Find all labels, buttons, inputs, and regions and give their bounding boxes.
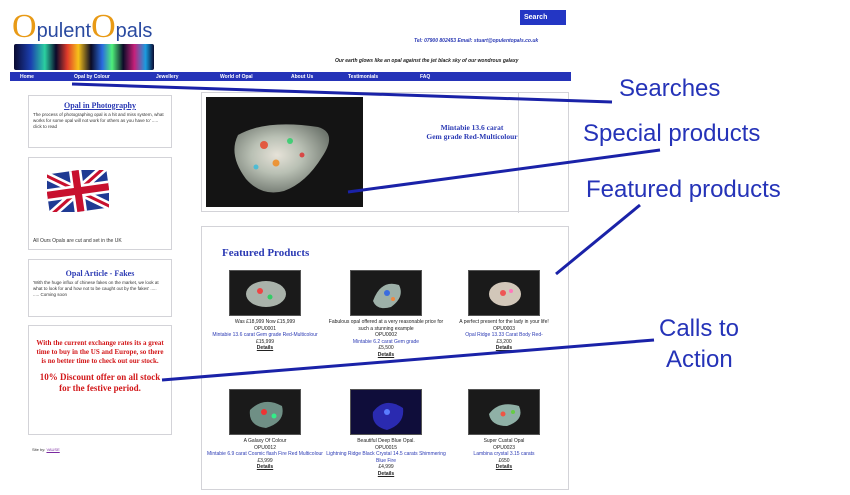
contact-info: Tel: 07900 802453 Email: stuart@opulento… <box>414 38 539 44</box>
site-credit: Site by: VAUSE <box>32 447 60 452</box>
logo-letter-o: O <box>12 8 37 45</box>
annotation-action: Action <box>666 346 733 373</box>
search-button[interactable]: Search <box>520 10 566 25</box>
annotation-searches: Searches <box>619 75 721 102</box>
product-image[interactable] <box>229 389 301 435</box>
product-details-link[interactable]: Details <box>444 464 564 471</box>
product-card: A Galaxy Of Colour OPU0012 Mintabie 6.9 … <box>205 389 325 471</box>
photo-article-title[interactable]: Opal in Photography <box>29 101 171 110</box>
product-card: Beautiful Deep Blue Opal. OPU0015 Lightn… <box>326 389 446 477</box>
product-desc: Fabulous opal offered at a very reasonab… <box>328 319 444 332</box>
fakes-article-box[interactable]: Opal Article - Fakes 'With the huge infl… <box>28 259 172 317</box>
special-product-image[interactable] <box>206 97 363 207</box>
main-nav: Home Opal by Colour Jewellery World of O… <box>10 72 571 81</box>
nav-item-about-us[interactable]: About Us <box>291 74 313 80</box>
product-details-link[interactable]: Details <box>326 471 446 478</box>
product-details-link[interactable]: Details <box>205 345 325 352</box>
fakes-article-text: 'With the huge influx of chinese fakes o… <box>29 278 171 300</box>
site-credit-label: Site by: <box>32 447 46 452</box>
special-product-title-line-1: Mintabie 13.6 carat <box>440 123 504 132</box>
product-name-link[interactable]: Mintabie 6.9 carat Cosmic flash Fire Red… <box>205 451 325 458</box>
product-name-link[interactable]: Lightning Ridge Black Crystal 14.5 carat… <box>326 451 446 464</box>
product-card: A perfect present for the lady in your l… <box>444 270 564 352</box>
product-details-link[interactable]: Details <box>444 345 564 352</box>
product-desc: A perfect present for the lady in your l… <box>459 319 549 325</box>
nav-item-faq[interactable]: FAQ <box>420 74 430 80</box>
promo-text: With the current exchange rates its a gr… <box>36 339 164 365</box>
annotation-special-products: Special products <box>583 120 761 147</box>
opal-image-icon <box>234 124 330 193</box>
product-name-link[interactable]: Mintabie 13.6 carat Gem grade Red-Multic… <box>205 332 325 339</box>
promo-offer: 10% Discount offer on all stock for the … <box>39 372 161 393</box>
uk-made-box: All Ours Opals are cut and set in the UK <box>28 157 172 250</box>
logo-word-pals: pals <box>115 20 153 42</box>
special-panel-divider <box>518 93 519 213</box>
special-product-title[interactable]: Mintabie 13.6 carat Gem grade Red-Multic… <box>392 123 552 141</box>
product-image[interactable] <box>468 389 540 435</box>
product-card: Was £18,999 Now £15,999 OPU0001 Mintabie… <box>205 270 325 352</box>
product-details-link[interactable]: Details <box>205 464 325 471</box>
nav-item-opal-by-colour[interactable]: Opal by Colour <box>74 74 110 80</box>
featured-products-panel: Featured Products Was £18,999 Now £15,99… <box>201 226 569 490</box>
fakes-article-title[interactable]: Opal Article - Fakes <box>29 269 171 278</box>
product-image[interactable] <box>468 270 540 316</box>
photo-article-text: The process of photographing opal is a h… <box>33 112 164 129</box>
special-product-title-line-2: Gem grade Red-Multicolour <box>426 132 518 141</box>
product-image[interactable] <box>350 270 422 316</box>
product-card: Super Custal Opal OPU0023 Lambina crysta… <box>444 389 564 471</box>
nav-item-home[interactable]: Home <box>20 74 34 80</box>
product-card: Fabulous opal offered at a very reasonab… <box>326 270 446 358</box>
annotation-featured-products: Featured products <box>586 176 781 203</box>
promo-box: With the current exchange rates its a gr… <box>28 325 172 435</box>
logo-letter-o-2: O <box>91 8 116 45</box>
product-image[interactable] <box>229 270 301 316</box>
photo-article-box[interactable]: Opal in Photography The process of photo… <box>28 95 172 148</box>
special-product-panel: Mintabie 13.6 carat Gem grade Red-Multic… <box>201 92 569 213</box>
featured-products-title: Featured Products <box>222 247 310 259</box>
fakes-article-more: ..... Coming soon <box>33 292 68 297</box>
product-details-link[interactable]: Details <box>326 352 446 359</box>
fakes-article-body: 'With the huge influx of chinese fakes o… <box>33 280 159 291</box>
nav-item-world-of-opal[interactable]: World of Opal <box>220 74 253 80</box>
union-jack-flag-icon <box>47 170 109 212</box>
product-image[interactable] <box>350 389 422 435</box>
site-credit-link[interactable]: VAUSE <box>46 447 59 452</box>
annotation-calls-to: Calls to <box>659 315 740 342</box>
uk-made-caption: All Ours Opals are cut and set in the UK <box>33 238 122 244</box>
nav-item-jewellery[interactable]: Jewellery <box>156 74 179 80</box>
logo-word-pulent: pulent <box>36 20 92 42</box>
nav-item-testimonials[interactable]: Testimonials <box>348 74 378 80</box>
logo-opal-banner <box>14 44 154 70</box>
tagline: Our earth glows like an opal against the… <box>335 58 519 64</box>
